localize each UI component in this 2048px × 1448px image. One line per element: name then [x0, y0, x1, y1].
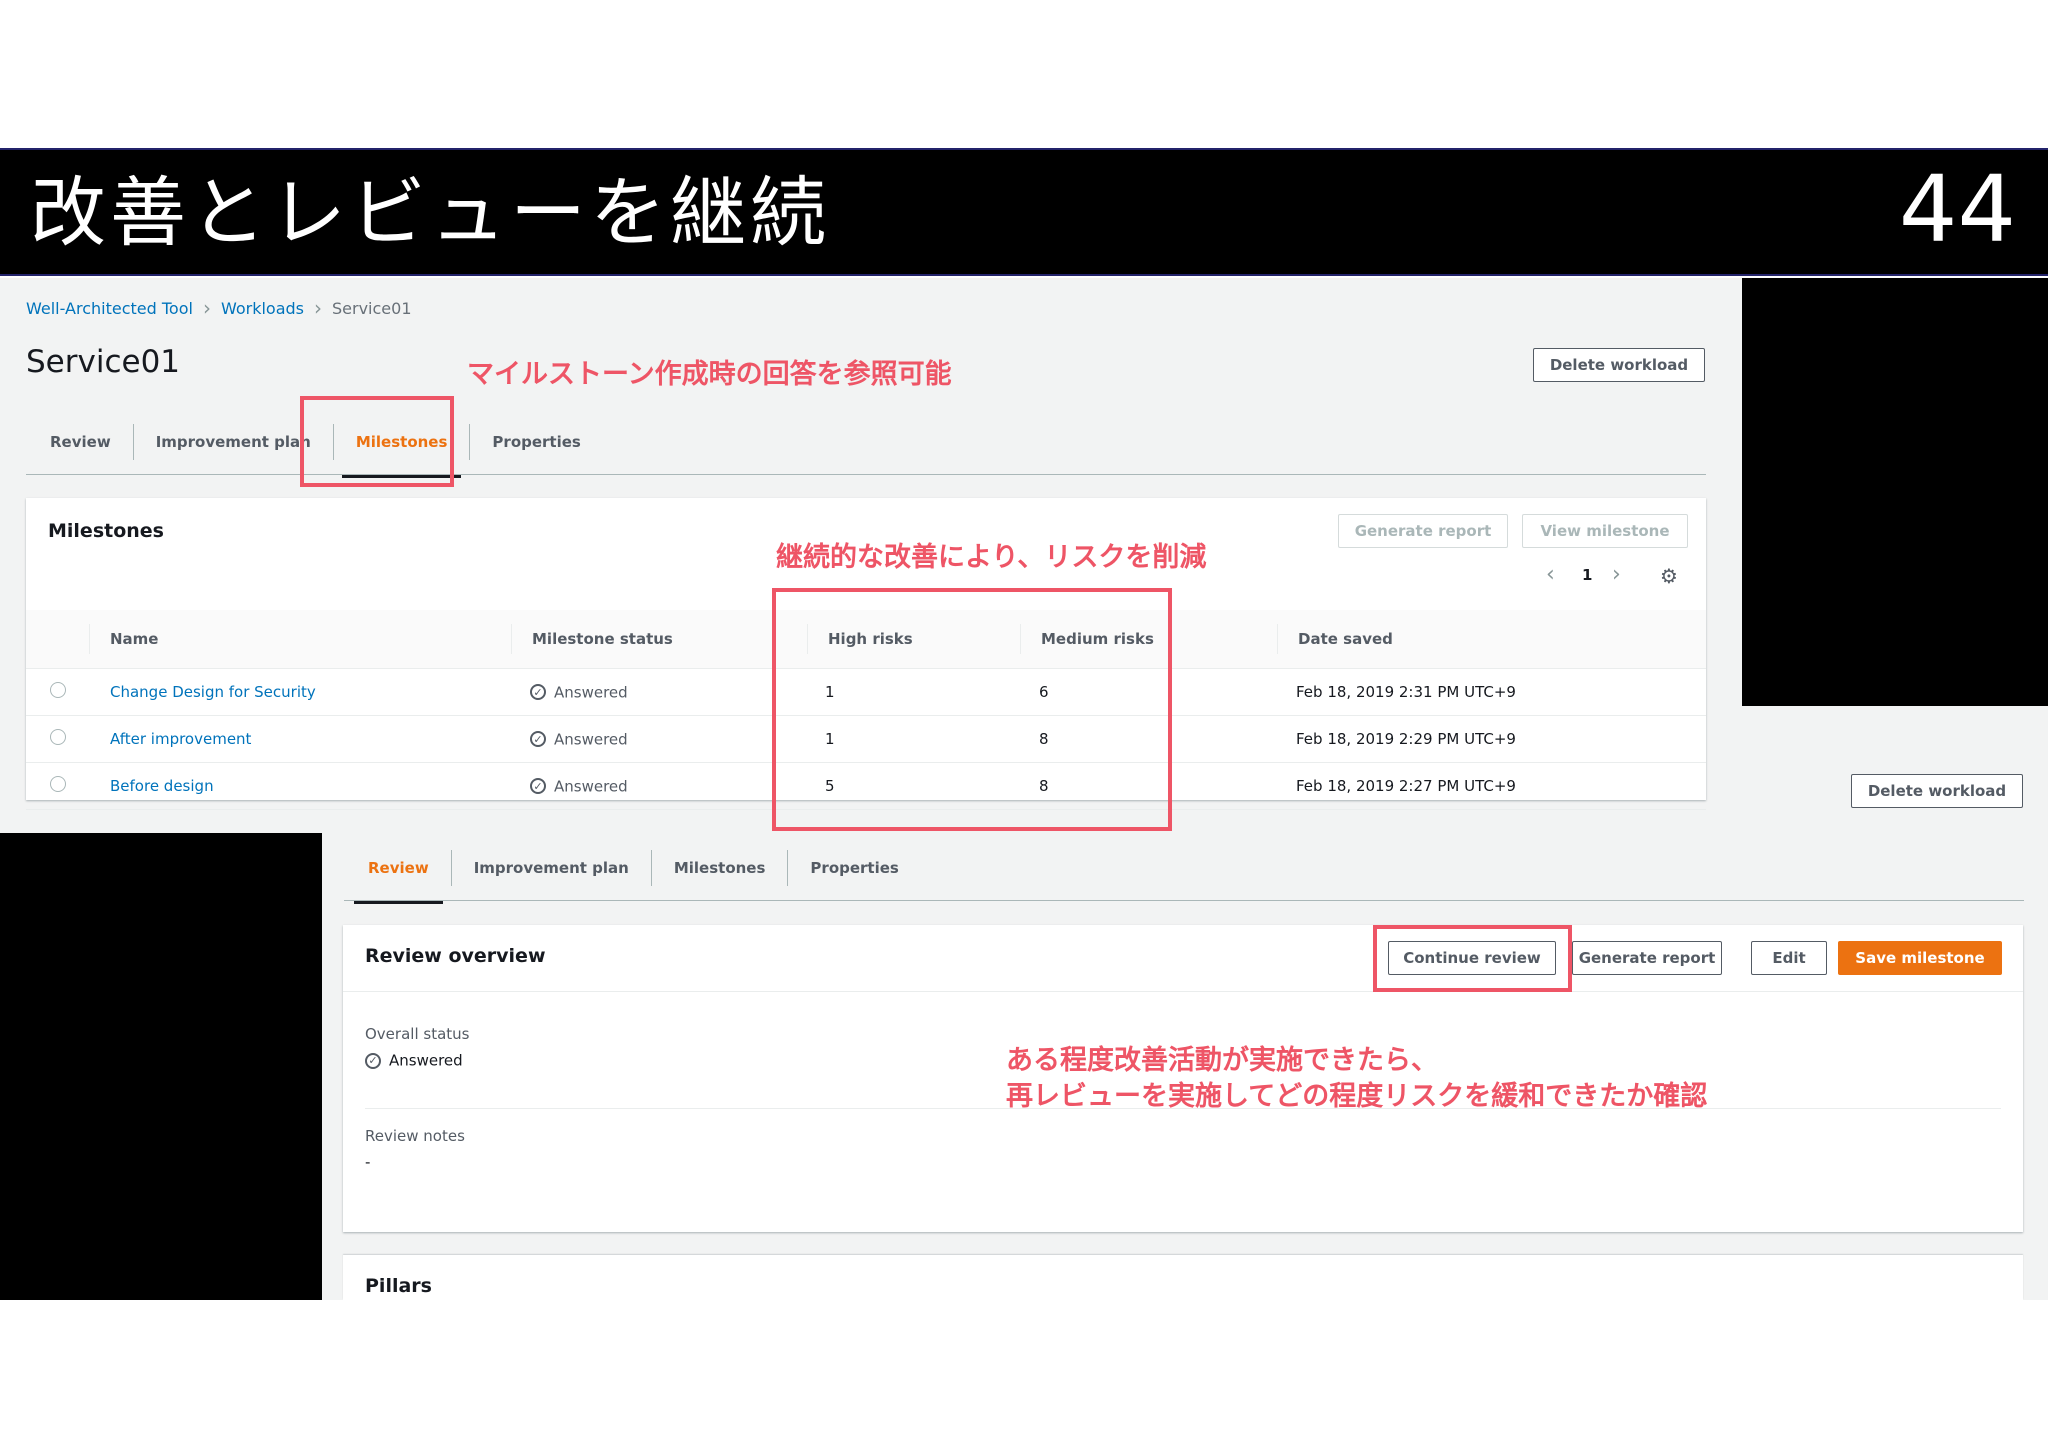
pillars-title: Pillars [365, 1275, 432, 1297]
check-circle-icon: ✓ [530, 731, 546, 748]
breadcrumb-current: Service01 [332, 298, 412, 318]
milestones-card-title: Milestones [48, 520, 164, 542]
generate-report-button[interactable]: Generate report [1572, 941, 1722, 975]
row-radio[interactable] [50, 682, 66, 698]
breadcrumb: Well-Architected Tool › Workloads › Serv… [26, 296, 412, 320]
delete-workload-button-bottom[interactable]: Delete workload [1851, 774, 2023, 808]
check-circle-icon: ✓ [530, 778, 546, 795]
annotation-review-note-line1: ある程度改善活動が実施できたら、 [1006, 1045, 1438, 1076]
chevron-right-icon: › [314, 296, 322, 320]
annotation-milestones-note: マイルストーン作成時の回答を参照可能 [467, 359, 952, 390]
tab-properties[interactable]: Properties [788, 850, 920, 886]
row-radio[interactable] [50, 776, 66, 792]
annotation-risk-note: 継続的な改善により、リスクを削減 [776, 542, 1207, 573]
bottom-screenshot-header-strip [1742, 706, 2048, 833]
generate-report-button[interactable]: Generate report [1338, 514, 1508, 548]
milestone-status: Answered [554, 730, 628, 749]
card-header-divider [343, 991, 2023, 992]
milestone-name-link[interactable]: After improvement [110, 730, 251, 748]
review-notes-label: Review notes [365, 1127, 465, 1145]
breadcrumb-workloads[interactable]: Workloads [221, 299, 304, 318]
chevron-left-icon[interactable]: ‹ [1546, 562, 1555, 587]
pagination-page[interactable]: 1 [1582, 566, 1592, 584]
milestone-name-link[interactable]: Before design [110, 777, 214, 795]
chevron-right-icon[interactable]: › [1612, 562, 1621, 587]
mask-bottom-left [0, 833, 322, 1300]
annotation-box-risk-columns [772, 588, 1172, 831]
workload-tabs-bottom: Review Improvement plan Milestones Prope… [346, 850, 921, 904]
save-milestone-button[interactable]: Save milestone [1838, 941, 2002, 975]
annotation-review-note-line2: 再レビューを実施してどの程度リスクを緩和できたか確認 [1006, 1081, 1708, 1112]
delete-workload-button[interactable]: Delete workload [1533, 348, 1705, 382]
tab-review[interactable]: Review [346, 850, 451, 904]
check-circle-icon: ✓ [365, 1052, 381, 1069]
milestone-name-link[interactable]: Change Design for Security [110, 683, 316, 701]
tab-properties[interactable]: Properties [470, 424, 602, 460]
annotation-box-continue-review [1373, 925, 1572, 992]
pillars-card: Pillars [343, 1255, 2023, 1300]
tab-improvement-plan[interactable]: Improvement plan [452, 850, 651, 886]
gear-icon[interactable]: ⚙ [1660, 564, 1678, 588]
milestone-status: Answered [554, 683, 628, 702]
overall-status-text: Answered [389, 1051, 463, 1070]
row-radio[interactable] [50, 729, 66, 745]
breadcrumb-well-architected-tool[interactable]: Well-Architected Tool [26, 299, 193, 318]
date-saved-value: Feb 18, 2019 2:27 PM UTC+9 [1276, 762, 1706, 810]
date-saved-value: Feb 18, 2019 2:29 PM UTC+9 [1276, 715, 1706, 763]
view-milestone-button[interactable]: View milestone [1522, 514, 1688, 548]
tab-review[interactable]: Review [28, 424, 133, 460]
tab-milestones[interactable]: Milestones [652, 850, 788, 886]
overall-status-label: Overall status [365, 1025, 470, 1043]
slide-page-number: 44 [1898, 156, 2016, 263]
slide-title: 改善とレビューを継続 [30, 168, 830, 257]
chevron-right-icon: › [202, 296, 211, 320]
tabs-underline [344, 900, 2024, 901]
milestone-status: Answered [554, 777, 628, 796]
overall-status-value: ✓ Answered [365, 1051, 463, 1070]
review-notes-value: - [365, 1153, 371, 1171]
column-header-status[interactable]: Milestone status [511, 624, 805, 654]
column-header-date-saved[interactable]: Date saved [1277, 624, 1705, 654]
date-saved-value: Feb 18, 2019 2:31 PM UTC+9 [1276, 668, 1706, 716]
column-header-name[interactable]: Name [89, 624, 509, 654]
mask-top-right [1742, 278, 2048, 706]
edit-button[interactable]: Edit [1751, 941, 1827, 975]
page-title: Service01 [26, 344, 181, 380]
check-circle-icon: ✓ [530, 684, 546, 701]
tabs-underline [26, 474, 1706, 475]
annotation-box-milestones-tab [300, 396, 454, 487]
review-overview-title: Review overview [365, 945, 546, 967]
